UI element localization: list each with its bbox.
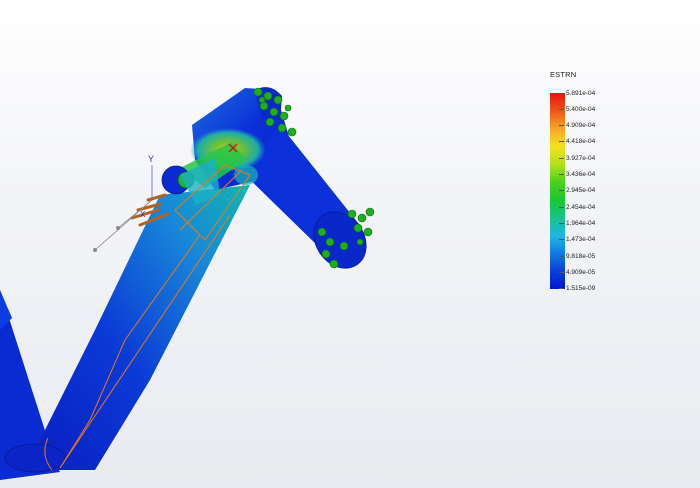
legend-tick: 4.909e-04: [559, 122, 595, 129]
triad-x-label: X: [140, 210, 146, 219]
legend-tick: 9.818e-05: [559, 253, 595, 260]
legend-tick: 4.909e-05: [559, 269, 595, 276]
legend-tick: 1.473e-04: [559, 236, 595, 243]
legend-title: ESTRN: [550, 70, 577, 79]
legend-tick: 5.400e-04: [559, 106, 595, 113]
legend-tick: 5.891e-04: [559, 90, 595, 97]
legend-tick: 2.945e-04: [559, 187, 595, 194]
legend-tick: 3.927e-04: [559, 155, 595, 162]
triad-y-label: Y: [148, 154, 154, 164]
strain-legend: ESTRN 5.891e-04 5.400e-04 4.909e-04 4.41…: [549, 70, 629, 300]
legend-tick: 4.418e-04: [559, 138, 595, 145]
legend-tick: 3.436e-04: [559, 171, 595, 178]
legend-tick: 2.454e-04: [559, 204, 595, 211]
legend-tick: 1.515e-09: [559, 285, 595, 292]
legend-tick: 1.964e-04: [559, 220, 595, 227]
